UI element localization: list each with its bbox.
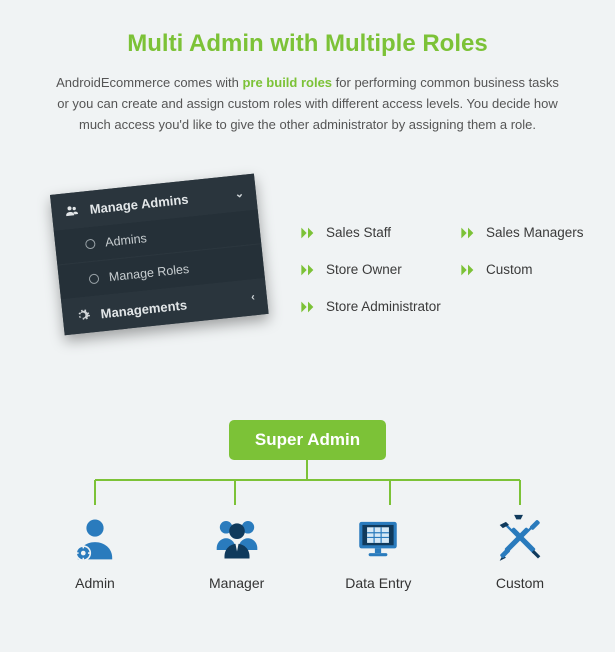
custom-icon — [465, 511, 575, 567]
data-entry-icon — [323, 511, 433, 567]
role-label: Sales Managers — [486, 225, 584, 240]
role-item: Sales Staff — [300, 225, 450, 240]
subtitle-em: pre build roles — [242, 75, 332, 90]
role-item: Sales Managers — [460, 225, 610, 240]
double-chevron-icon — [300, 263, 316, 277]
org-leaves: Admin Manager Data Entry Custom — [0, 511, 615, 591]
sidebar-item-label: Manage Roles — [108, 262, 190, 284]
org-leaf-label: Admin — [40, 575, 150, 591]
role-label: Store Owner — [326, 262, 402, 277]
circle-icon — [85, 239, 96, 250]
double-chevron-icon — [460, 263, 476, 277]
circle-icon — [89, 273, 100, 284]
chevron-down-icon: ⌄ — [234, 186, 245, 200]
org-chart: Super Admin Admin Manager — [0, 420, 615, 591]
double-chevron-icon — [300, 300, 316, 314]
sidebar-item-label: Admins — [105, 231, 148, 249]
subtitle-pre: AndroidEcommerce comes with — [56, 75, 242, 90]
double-chevron-icon — [460, 226, 476, 240]
sidebar-header-label: Manage Admins — [89, 191, 189, 216]
org-root: Super Admin — [229, 420, 386, 460]
role-item: Store Administrator — [300, 299, 610, 314]
org-leaf-label: Manager — [182, 575, 292, 591]
sidebar-mock: Manage Admins ⌄ Admins Manage Roles Mana… — [50, 174, 269, 336]
org-leaf-manager: Manager — [182, 511, 292, 591]
manager-icon — [182, 511, 292, 567]
chevron-left-icon: ‹ — [251, 291, 256, 303]
double-chevron-icon — [300, 226, 316, 240]
users-icon — [63, 202, 81, 220]
subtitle: AndroidEcommerce comes with pre build ro… — [0, 58, 615, 135]
org-leaf-label: Data Entry — [323, 575, 433, 591]
role-item: Custom — [460, 262, 610, 277]
page-title: Multi Admin with Multiple Roles — [0, 0, 615, 58]
sidebar-footer-label: Managements — [100, 297, 188, 321]
role-label: Sales Staff — [326, 225, 391, 240]
admin-icon — [40, 511, 150, 567]
org-leaf-admin: Admin — [40, 511, 150, 591]
org-leaf-label: Custom — [465, 575, 575, 591]
org-leaf-data-entry: Data Entry — [323, 511, 433, 591]
org-connector — [40, 460, 575, 515]
role-label: Custom — [486, 262, 533, 277]
gears-icon — [74, 306, 92, 324]
role-item: Store Owner — [300, 262, 450, 277]
role-label: Store Administrator — [326, 299, 441, 314]
roles-grid: Sales Staff Sales Managers Store Owner C… — [300, 225, 610, 314]
org-leaf-custom: Custom — [465, 511, 575, 591]
